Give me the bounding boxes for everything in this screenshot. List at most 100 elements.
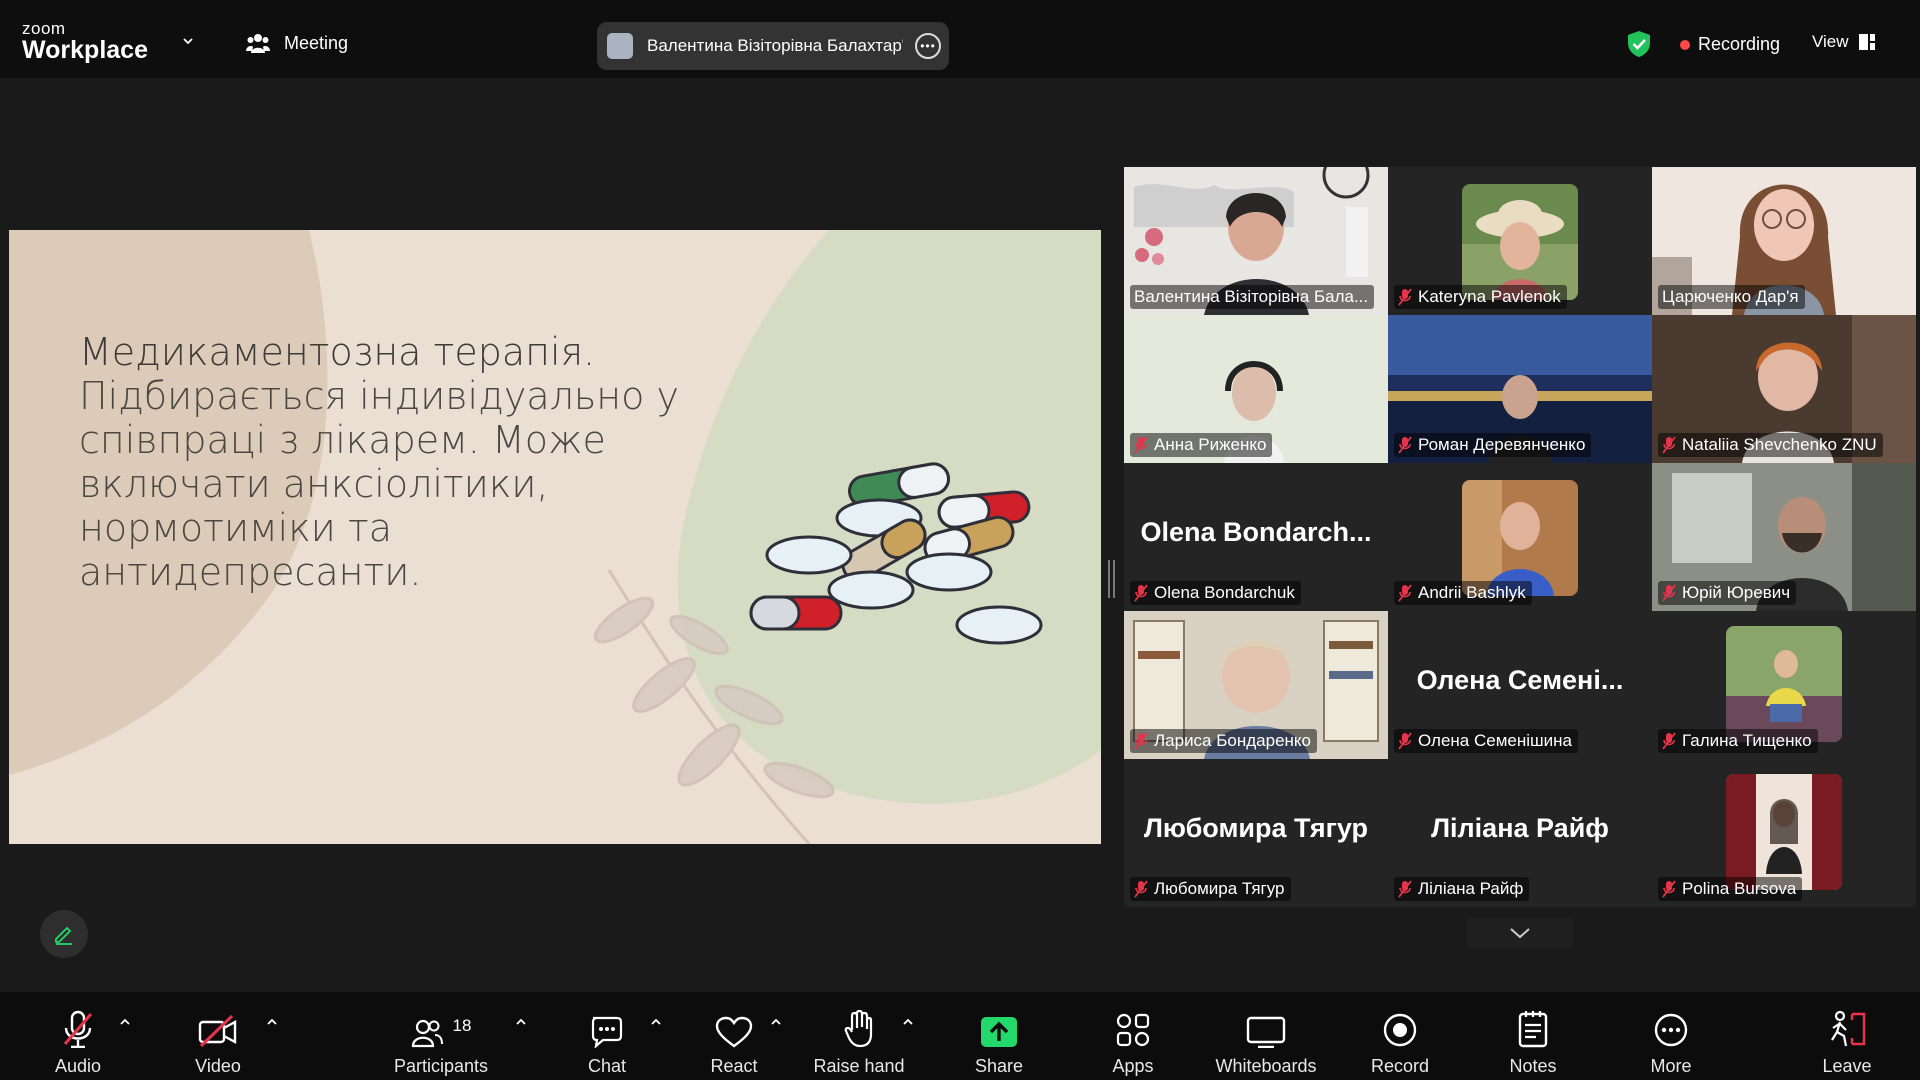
react-button[interactable]: React <box>700 992 768 1080</box>
participant-avatar <box>1462 184 1578 300</box>
shared-screen-slide[interactable]: Медикаментозна терапія. Підбирається інд… <box>9 230 1101 844</box>
split-resize-handle[interactable] <box>1108 560 1115 598</box>
participant-tile[interactable]: Polina Bursova <box>1652 759 1916 907</box>
slide-title: Медикаментозна терапія. <box>79 330 596 374</box>
mic-muted-icon <box>1398 288 1412 306</box>
video-camera-off-icon <box>198 1014 237 1048</box>
gallery-next-page-button[interactable] <box>1467 918 1573 948</box>
raise-hand-button[interactable]: Raise hand <box>809 992 909 1080</box>
meeting-info-button[interactable]: Meeting <box>246 32 348 54</box>
participant-avatar <box>1462 480 1578 596</box>
participants-label: Participants <box>393 1056 489 1076</box>
react-options-caret-icon[interactable] <box>770 1016 782 1028</box>
heart-icon <box>715 1016 753 1048</box>
share-button[interactable]: Share <box>964 992 1034 1080</box>
participant-name: Роман Деревянченко <box>1418 435 1586 454</box>
participant-name: Polina Bursova <box>1682 879 1797 898</box>
mic-muted-icon <box>1662 732 1676 750</box>
video-label: Video <box>195 1056 241 1076</box>
mic-muted-icon <box>1398 732 1412 750</box>
react-label: React <box>710 1056 758 1076</box>
view-button[interactable]: View <box>1812 32 1875 52</box>
chevron-down-icon[interactable] <box>183 36 193 46</box>
annotate-button[interactable] <box>40 910 88 958</box>
participant-label: Nataliia Shevchenko ZNU <box>1658 433 1883 457</box>
record-button[interactable]: Record <box>1364 992 1436 1080</box>
participant-tile[interactable]: Олена Семені... Олена Семенішина <box>1388 611 1652 759</box>
participant-tile[interactable]: Kateryna Pavlenok <box>1388 167 1652 315</box>
participant-name-placeholder: Olena Bondarch... <box>1140 517 1372 547</box>
participant-name: Kateryna Pavlenok <box>1418 287 1561 306</box>
meeting-label: Meeting <box>284 32 349 53</box>
participant-name: Олена Семенішина <box>1418 731 1572 750</box>
whiteboards-label: Whiteboards <box>1215 1056 1317 1076</box>
participant-tile[interactable]: Olena Bondarch... Olena Bondarchuk <box>1124 463 1388 611</box>
grid-view-icon <box>1858 34 1875 50</box>
chat-button[interactable]: Chat <box>572 992 642 1080</box>
apps-label: Apps <box>1112 1056 1154 1076</box>
audio-button[interactable]: Audio <box>42 992 114 1080</box>
recording-indicator[interactable]: Recording <box>1680 34 1780 55</box>
notes-icon <box>1518 1011 1548 1048</box>
apps-icon <box>1116 1013 1150 1047</box>
participants-options-caret-icon[interactable] <box>515 1016 527 1028</box>
leave-icon <box>1831 1010 1866 1047</box>
mic-muted-icon <box>1398 584 1412 602</box>
mic-muted-icon <box>1134 732 1148 750</box>
logo-small-text: zoom <box>22 19 66 38</box>
mic-muted-icon <box>1662 436 1676 454</box>
participant-tile-active-speaker[interactable]: Царюченко Дар'я <box>1652 167 1916 315</box>
notes-label: Notes <box>1509 1056 1557 1076</box>
participant-name: Ліліана Райф <box>1418 879 1524 898</box>
participant-label: Лариса Бондаренко <box>1130 729 1317 753</box>
participant-label: Olena Bondarchuk <box>1130 581 1301 605</box>
video-button[interactable]: Video <box>182 992 254 1080</box>
participant-tile[interactable]: Лариса Бондаренко <box>1124 611 1388 759</box>
zoom-workplace-logo[interactable]: zoom Workplace <box>22 20 148 63</box>
participant-tile[interactable]: Анна Риженко <box>1124 315 1388 463</box>
gallery-view: Валентина Візіторівна Бала... Kateryna P… <box>1124 167 1917 911</box>
audio-options-caret-icon[interactable] <box>119 1016 131 1028</box>
participants-count: 18 <box>452 1016 472 1035</box>
participant-name: Валентина Візіторівна Бала... <box>1134 287 1369 306</box>
participant-label: Kateryna Pavlenok <box>1394 285 1567 309</box>
apps-button[interactable]: Apps <box>1098 992 1168 1080</box>
more-options-icon[interactable]: ••• <box>915 33 941 59</box>
participant-tile[interactable]: Юрій Юревич <box>1652 463 1916 611</box>
participant-tile[interactable]: Ліліана Райф Ліліана Райф <box>1388 759 1652 907</box>
participant-avatar <box>1726 626 1842 742</box>
meeting-toolbar: Audio Video 18 Participants Chat React R… <box>0 992 1920 1080</box>
record-icon <box>1383 1013 1417 1047</box>
record-label: Record <box>1370 1056 1430 1076</box>
leave-button[interactable]: Leave <box>1812 992 1882 1080</box>
participant-tile[interactable]: Валентина Візіторівна Бала... <box>1124 167 1388 315</box>
participant-name: Любомира Тягур <box>1154 879 1285 898</box>
active-speaker-pill[interactable]: Валентина Візіторівна Балахтар' ••• <box>597 22 949 70</box>
whiteboards-button[interactable]: Whiteboards <box>1206 992 1326 1080</box>
participant-tile[interactable]: Роман Деревянченко <box>1388 315 1652 463</box>
participant-name-placeholder: Олена Семені... <box>1416 665 1624 695</box>
audio-label: Audio <box>54 1056 102 1076</box>
video-options-caret-icon[interactable] <box>266 1016 278 1028</box>
participant-avatar <box>1726 774 1842 890</box>
microphone-muted-icon <box>63 1010 93 1048</box>
participant-name-placeholder: Ліліана Райф <box>1431 813 1609 843</box>
participants-button[interactable]: 18 Participants <box>386 992 496 1080</box>
notes-button[interactable]: Notes <box>1498 992 1568 1080</box>
mic-muted-icon <box>1398 436 1412 454</box>
participant-tile[interactable]: Andrii Bashlyk <box>1388 463 1652 611</box>
raise-hand-options-caret-icon[interactable] <box>902 1016 914 1028</box>
participant-tile[interactable]: Nataliia Shevchenko ZNU <box>1652 315 1916 463</box>
more-button[interactable]: More <box>1636 992 1706 1080</box>
share-label: Share <box>974 1056 1024 1076</box>
logo-big-text: Workplace <box>22 36 148 64</box>
mic-muted-icon <box>1662 880 1676 898</box>
participant-tile[interactable]: Любомира Тягур Любомира Тягур <box>1124 759 1388 907</box>
chat-options-caret-icon[interactable] <box>650 1016 662 1028</box>
participant-tile[interactable]: Галина Тищенко <box>1652 611 1916 759</box>
participant-name: Царюченко Дар'я <box>1662 287 1799 306</box>
more-label: More <box>1650 1056 1692 1076</box>
security-shield-icon[interactable] <box>1626 30 1652 58</box>
participant-name-placeholder: Любомира Тягур <box>1143 813 1368 843</box>
recording-label: Recording <box>1698 34 1781 54</box>
